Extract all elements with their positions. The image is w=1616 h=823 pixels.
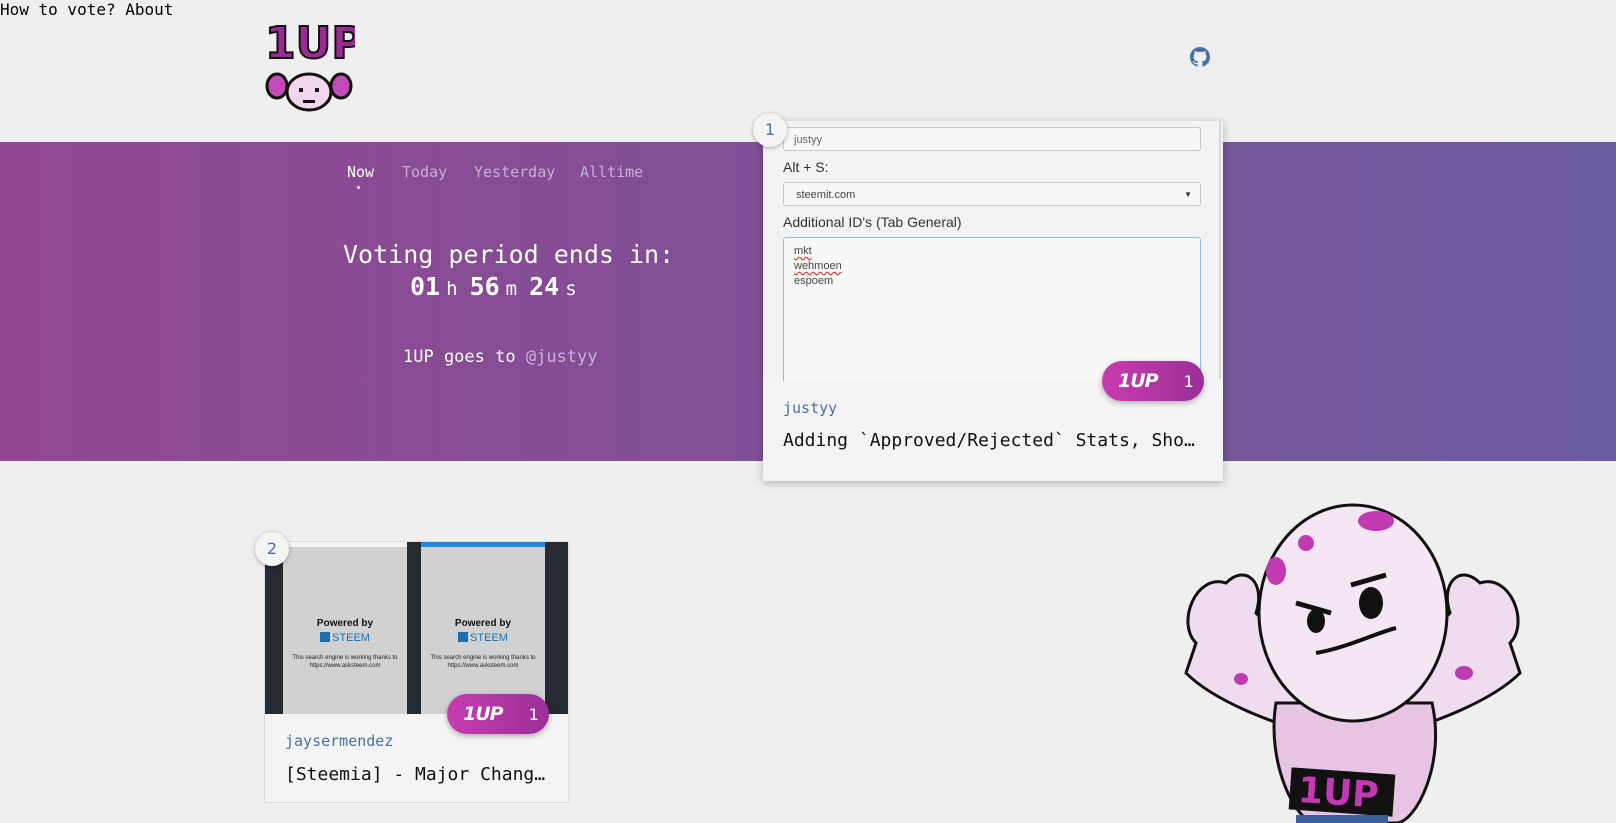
thumbnail-brand-text: STEEM bbox=[332, 632, 370, 644]
thumbnail-scrollbar bbox=[1219, 121, 1221, 379]
tab-now[interactable]: Now bbox=[347, 163, 374, 181]
rank-badge: 2 bbox=[255, 532, 289, 566]
thumbnail-alt-label: Alt + S: bbox=[783, 159, 829, 175]
thumbnail-topbar bbox=[421, 542, 545, 547]
countdown-hours: 01 bbox=[410, 272, 441, 301]
goes-to-line: 1UP goes to @justyy bbox=[403, 347, 598, 367]
thumbnail-powered-by: Powered by bbox=[316, 618, 374, 629]
thumbnail-textarea: mkt wehmoen espoem bbox=[783, 237, 1201, 381]
tab-today[interactable]: Today bbox=[402, 163, 447, 181]
thumbnail-id-line: mkt bbox=[794, 245, 812, 257]
post-author-link[interactable]: justyy bbox=[783, 399, 837, 417]
countdown-timer: 01 h 56 m 24 s bbox=[410, 272, 589, 301]
thumbnail-brand: STEEM bbox=[421, 632, 545, 644]
thumbnail-brand-text: STEEM bbox=[470, 632, 508, 644]
countdown-minutes-unit: m bbox=[505, 278, 518, 300]
countdown-hours-unit: h bbox=[446, 278, 458, 300]
thumbnail-pane: Powered by STEEM This search engine is w… bbox=[283, 542, 407, 714]
thumbnail-note: This search engine is working thanks to … bbox=[292, 655, 398, 669]
mascot-illustration: 1UP bbox=[1184, 503, 1522, 823]
thumbnail-select-value: steemit.com bbox=[796, 189, 856, 201]
thumbnail-powered-by: Powered by bbox=[454, 618, 512, 629]
tab-yesterday[interactable]: Yesterday bbox=[474, 163, 555, 181]
active-tab-indicator bbox=[357, 186, 360, 189]
post-title-link[interactable]: [Steemia] - Major Changes bbox=[285, 764, 555, 785]
rank-badge: 1 bbox=[753, 113, 787, 147]
post-card[interactable]: justyy Alt + S: steemit.com ▼ Additional… bbox=[763, 121, 1223, 481]
thumbnail-pane: Powered by STEEM This search engine is w… bbox=[421, 542, 545, 714]
post-card[interactable]: Powered by STEEM This search engine is w… bbox=[264, 541, 569, 803]
svg-text:1UP: 1UP bbox=[1297, 770, 1380, 817]
vote-logo: 1UP bbox=[1118, 370, 1159, 392]
thumbnail-id-line: wehmoen bbox=[794, 260, 842, 272]
nav-how-to-vote[interactable]: How to vote? bbox=[0, 0, 116, 19]
post-author-link[interactable]: jaysermendez bbox=[285, 732, 393, 750]
countdown-seconds: 24 bbox=[529, 272, 560, 301]
voting-period-title: Voting period ends in: bbox=[343, 240, 675, 269]
vote-logo: 1UP bbox=[463, 703, 504, 725]
goes-to-prefix: 1UP goes to bbox=[403, 347, 516, 367]
steem-icon bbox=[458, 632, 469, 642]
thumbnail-input-field: justyy bbox=[783, 127, 1201, 151]
thumbnail-brand: STEEM bbox=[283, 632, 407, 644]
post-thumbnail: Powered by STEEM This search engine is w… bbox=[265, 542, 568, 714]
thumbnail-topbar bbox=[283, 542, 407, 547]
steem-icon bbox=[320, 632, 331, 642]
chevron-down-icon: ▼ bbox=[1184, 190, 1192, 199]
vote-count: 1 bbox=[1183, 371, 1194, 391]
thumbnail-id-line: espoem bbox=[794, 275, 834, 287]
upvote-button[interactable]: 1UP 1 bbox=[1102, 361, 1204, 401]
vote-count: 1 bbox=[528, 704, 539, 724]
goes-to-user-link[interactable]: @justyy bbox=[526, 347, 598, 367]
post-thumbnail: justyy Alt + S: steemit.com ▼ Additional… bbox=[763, 121, 1223, 381]
nav-about[interactable]: About bbox=[125, 0, 173, 19]
thumbnail-note: This search engine is working thanks to … bbox=[430, 655, 536, 669]
countdown-seconds-unit: s bbox=[565, 278, 577, 300]
thumbnail-select: steemit.com ▼ bbox=[783, 182, 1201, 206]
upvote-button[interactable]: 1UP 1 bbox=[447, 694, 549, 734]
github-icon[interactable] bbox=[1190, 47, 1210, 67]
tab-alltime[interactable]: Alltime bbox=[580, 163, 643, 181]
post-title-link[interactable]: Adding `Approved/Rejected` Stats, Sho… bbox=[783, 430, 1203, 451]
logo[interactable]: 1UP bbox=[263, 18, 355, 116]
thumbnail-ids-label: Additional ID's (Tab General) bbox=[783, 214, 962, 230]
logo-text: 1UP bbox=[265, 18, 355, 69]
countdown-minutes: 56 bbox=[469, 272, 500, 301]
